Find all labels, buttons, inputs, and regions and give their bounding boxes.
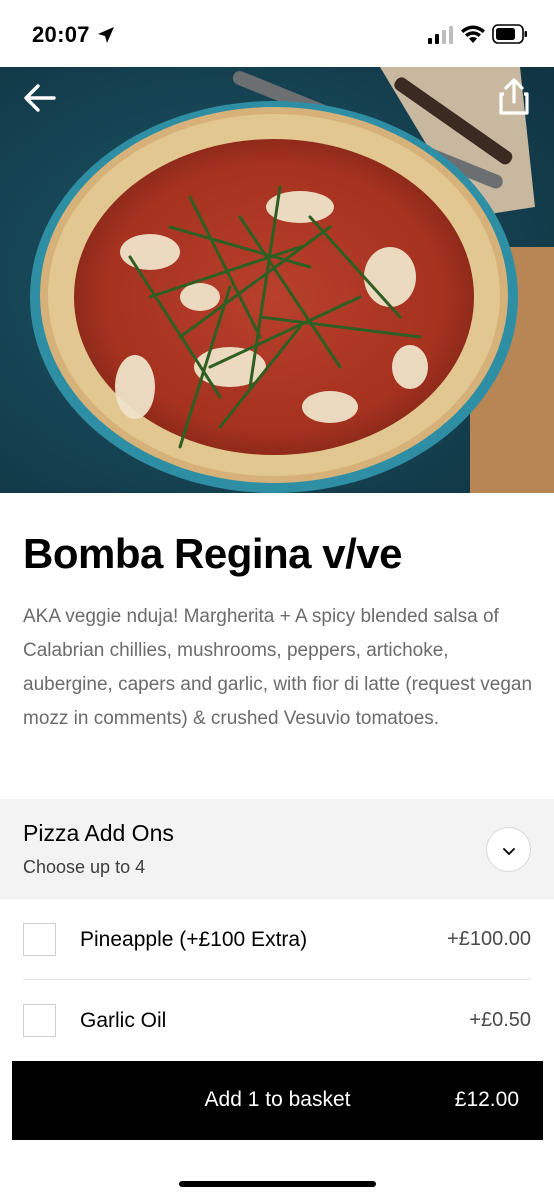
battery-icon <box>492 24 527 44</box>
location-arrow-icon <box>98 27 114 43</box>
back-arrow-icon[interactable] <box>22 80 58 116</box>
item-photo <box>0 67 554 493</box>
home-indicator[interactable] <box>179 1181 376 1187</box>
pizza-image <box>0 67 554 493</box>
add-to-basket-button[interactable]: Add 1 to basket £12.00 <box>12 1061 543 1140</box>
addons-section-header[interactable]: Pizza Add Ons Choose up to 4 <box>0 799 554 899</box>
collapse-addons-button[interactable] <box>486 827 531 872</box>
signal-icon <box>428 26 453 44</box>
addons-subtitle: Choose up to 4 <box>23 857 146 877</box>
addon-price: +£0.50 <box>469 1009 531 1031</box>
share-icon[interactable] <box>496 78 532 116</box>
status-bar: 20:07 <box>0 0 554 67</box>
wifi-icon <box>461 25 485 43</box>
status-time: 20:07 <box>32 22 90 47</box>
addons-title: Pizza Add Ons <box>23 820 174 846</box>
addon-price: +£100.00 <box>447 928 531 950</box>
checkbox[interactable] <box>23 1004 56 1037</box>
addon-label: Pineapple (+£100 Extra) <box>80 928 308 951</box>
chevron-down-icon <box>503 848 515 855</box>
item-description: AKA veggie nduja! Margherita + A spicy b… <box>23 606 533 729</box>
addon-label: Garlic Oil <box>80 1009 167 1032</box>
checkbox[interactable] <box>23 923 56 956</box>
basket-price: £12.00 <box>454 1088 519 1111</box>
addon-option-pineapple[interactable]: Pineapple (+£100 Extra) +£100.00 <box>0 899 554 979</box>
addon-option-garlic-oil[interactable]: Garlic Oil +£0.50 <box>0 980 554 1060</box>
item-title: Bomba Regina v/ve <box>23 530 402 577</box>
